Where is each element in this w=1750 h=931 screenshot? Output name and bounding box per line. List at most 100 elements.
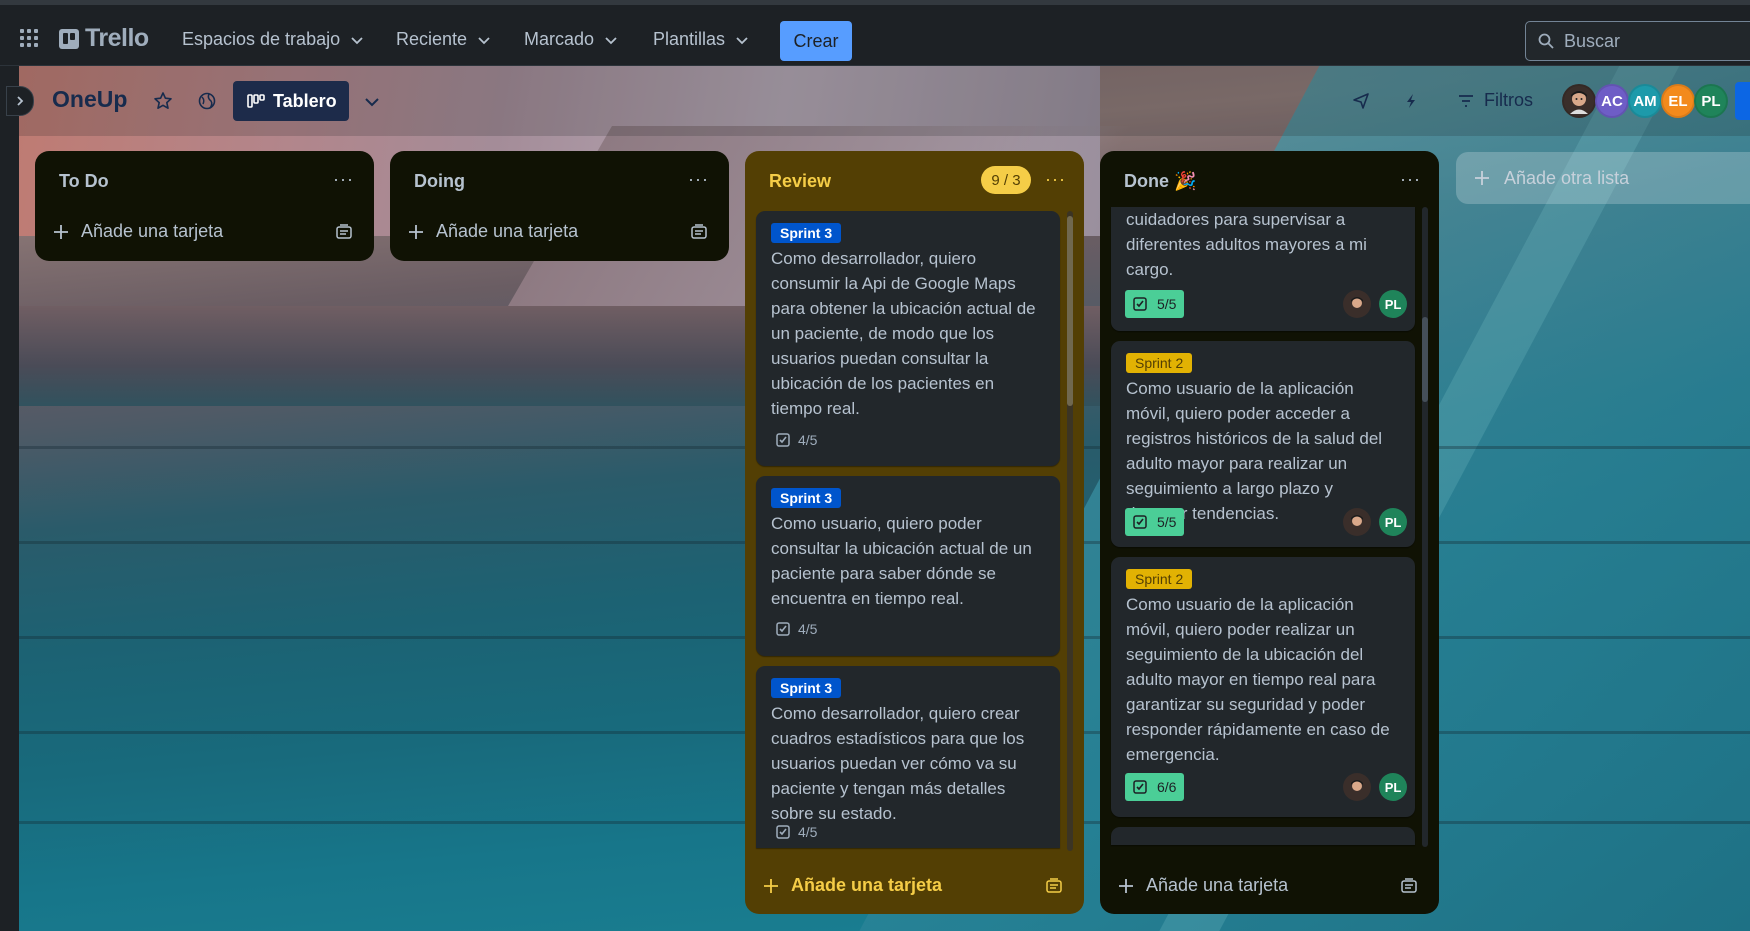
filter-icon [1459,94,1473,107]
top-navigation-bar: Trello Espacios de trabajo Reciente Marc… [0,0,1750,66]
card-members: PL [1343,290,1407,318]
card-title-line: garantizar su seguridad y poder [1126,695,1366,714]
card-title-line: consultar la ubicación actual de un [771,539,1032,558]
list-done: Done 🎉 ··· cuidadores para supervisar a … [1100,151,1439,914]
avatar[interactable]: PL [1694,84,1728,118]
add-list-label: Añade otra lista [1504,167,1630,188]
board-title[interactable]: OneUp [52,86,127,113]
card[interactable]: cuidadores para supervisar a diferentes … [1111,207,1415,331]
search-input[interactable] [1564,30,1744,52]
board-view-icon [247,94,265,108]
list-scrollbar[interactable] [1422,207,1428,847]
add-list-button[interactable]: Añade otra lista [1456,152,1750,204]
automation-icon[interactable] [1400,90,1422,112]
card[interactable]: Sprint 2 Como usuario de la aplicación m… [1111,341,1415,547]
card-template-icon[interactable] [1045,877,1063,895]
card-template-icon[interactable] [335,223,353,241]
avatar[interactable] [1343,773,1371,801]
list-title[interactable]: Doing [414,171,465,192]
card-title-line: seguimiento de la ubicación del [1126,645,1364,664]
nav-templates[interactable]: Plantillas [653,29,749,50]
card-label[interactable]: Sprint 3 [771,678,842,698]
checklist-badge: 6/6 [1125,773,1185,801]
card-title-line: cuidadores para supervisar a [1126,210,1346,229]
plus-icon [764,878,778,893]
card[interactable] [1111,827,1415,845]
card-title-line: cargo. [1126,260,1174,279]
chevron-right-icon [17,96,24,106]
filter-button[interactable]: Filtros [1458,90,1533,111]
avatar[interactable] [1562,84,1596,118]
card-title-line: tiempo real. [771,399,860,418]
card[interactable]: Sprint 3 Como desarrollador, quiero cons… [756,211,1060,466]
trello-logo-icon [59,28,79,49]
avatar[interactable]: AC [1595,84,1629,118]
power-ups-icon[interactable] [1350,90,1372,112]
scrollbar-thumb[interactable] [1422,317,1428,402]
create-button[interactable]: Crear [780,21,852,61]
card-title-line: emergencia. [1126,745,1220,764]
checklist-badge: 4/5 [776,824,817,840]
plus-icon [1119,878,1133,893]
add-card-button[interactable]: Añade una tarjeta [763,875,942,896]
avatar[interactable] [1343,290,1371,318]
card-title: Como usuario de la aplicación móvil, qui… [1126,376,1382,526]
board-view-button[interactable]: Tablero [233,81,349,121]
avatar[interactable]: PL [1379,508,1407,536]
list-todo: To Do ··· Añade una tarjeta [35,151,374,261]
checkbox-icon [776,622,790,636]
list-title[interactable]: Done 🎉 [1124,171,1196,192]
user-photo-icon [1351,780,1363,791]
expand-sidebar-button[interactable] [6,86,34,116]
nav-workspaces[interactable]: Espacios de trabajo [182,29,364,50]
avatar[interactable]: PL [1379,773,1407,801]
avatar[interactable] [1343,508,1371,536]
card-template-icon[interactable] [1400,877,1418,895]
card-title-line: Como usuario de la aplicación [1126,595,1354,614]
share-button[interactable] [1735,82,1750,120]
chevron-down-icon [478,36,490,44]
list-title[interactable]: Review [769,171,831,192]
nav-starred[interactable]: Marcado [524,29,618,50]
board-members: AC AM EL PL [1562,84,1728,118]
star-icon[interactable] [152,90,174,112]
checklist-badge: 5/5 [1125,508,1185,536]
checkbox-icon [776,825,790,839]
trello-logo[interactable]: Trello [59,24,149,53]
card[interactable]: Sprint 2 Como usuario de la aplicación m… [1111,557,1415,817]
app-switcher-icon[interactable] [19,28,39,48]
checklist-badge: 4/5 [776,432,817,448]
card[interactable]: Sprint 3 Como usuario, quiero poder cons… [756,476,1060,656]
card-template-icon[interactable] [690,223,708,241]
card-label[interactable]: Sprint 2 [1126,353,1193,373]
avatar[interactable]: PL [1379,290,1407,318]
card-label[interactable]: Sprint 2 [1126,569,1193,589]
filter-label: Filtros [1484,90,1533,110]
add-card-label: Añade una tarjeta [791,875,943,895]
scrollbar-thumb[interactable] [1067,216,1073,406]
card-title: Como desarrollador, quiero crear cuadros… [771,701,1024,826]
checklist-count: 4/5 [798,432,818,448]
add-card-button[interactable]: Añade una tarjeta [53,221,223,242]
card-title-line: sobre su estado. [771,804,897,823]
chevron-down-icon[interactable] [360,90,384,114]
list-menu-icon[interactable]: ··· [688,169,712,189]
list-menu-icon[interactable]: ··· [1045,169,1069,189]
list-menu-icon[interactable]: ··· [1400,169,1424,189]
add-card-button[interactable]: Añade una tarjeta [408,221,578,242]
search-box[interactable] [1525,21,1750,61]
globe-icon[interactable] [196,90,218,112]
card[interactable]: Sprint 3 Como desarrollador, quiero crea… [756,666,1060,848]
avatar[interactable]: EL [1661,84,1695,118]
card-title-line: registros históricos de la salud del [1126,429,1383,448]
list-scrollbar[interactable] [1067,211,1073,851]
avatar[interactable]: AM [1628,84,1662,118]
add-card-button[interactable]: Añade una tarjeta [1118,875,1288,896]
card-label[interactable]: Sprint 3 [771,223,842,243]
nav-recent[interactable]: Reciente [396,29,491,50]
card-label[interactable]: Sprint 3 [771,488,842,508]
card-members: PL [1343,773,1407,801]
user-photo-icon [1351,297,1363,308]
list-title[interactable]: To Do [59,171,109,192]
list-menu-icon[interactable]: ··· [333,169,357,189]
